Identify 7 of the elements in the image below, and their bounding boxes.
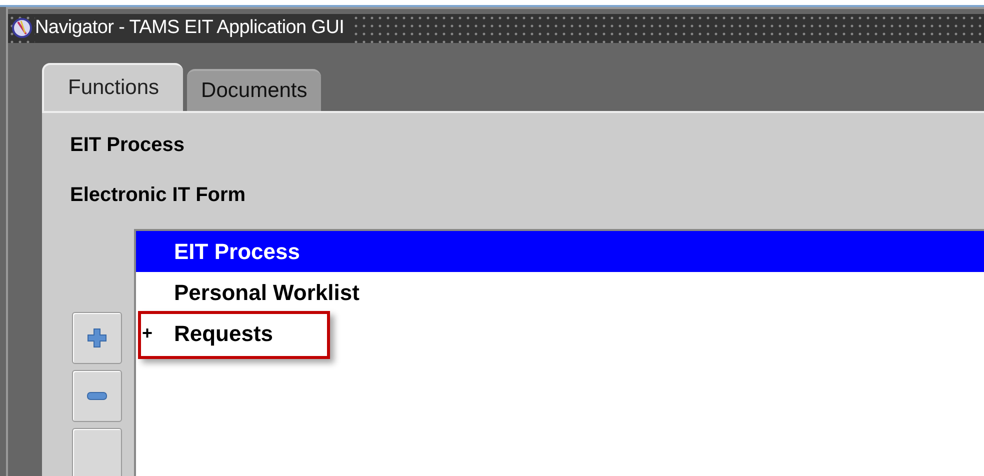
tab[interactable]: Documents [187,68,322,110]
subheading: Electronic IT Form [70,182,246,206]
expand-marker[interactable]: + [142,322,153,342]
tab[interactable]: Functions [42,62,184,110]
tree-item[interactable]: EIT Process [136,230,984,272]
heading: EIT Process [70,132,185,156]
window-title: Navigator - TAMS EIT Application GUI [35,14,352,42]
